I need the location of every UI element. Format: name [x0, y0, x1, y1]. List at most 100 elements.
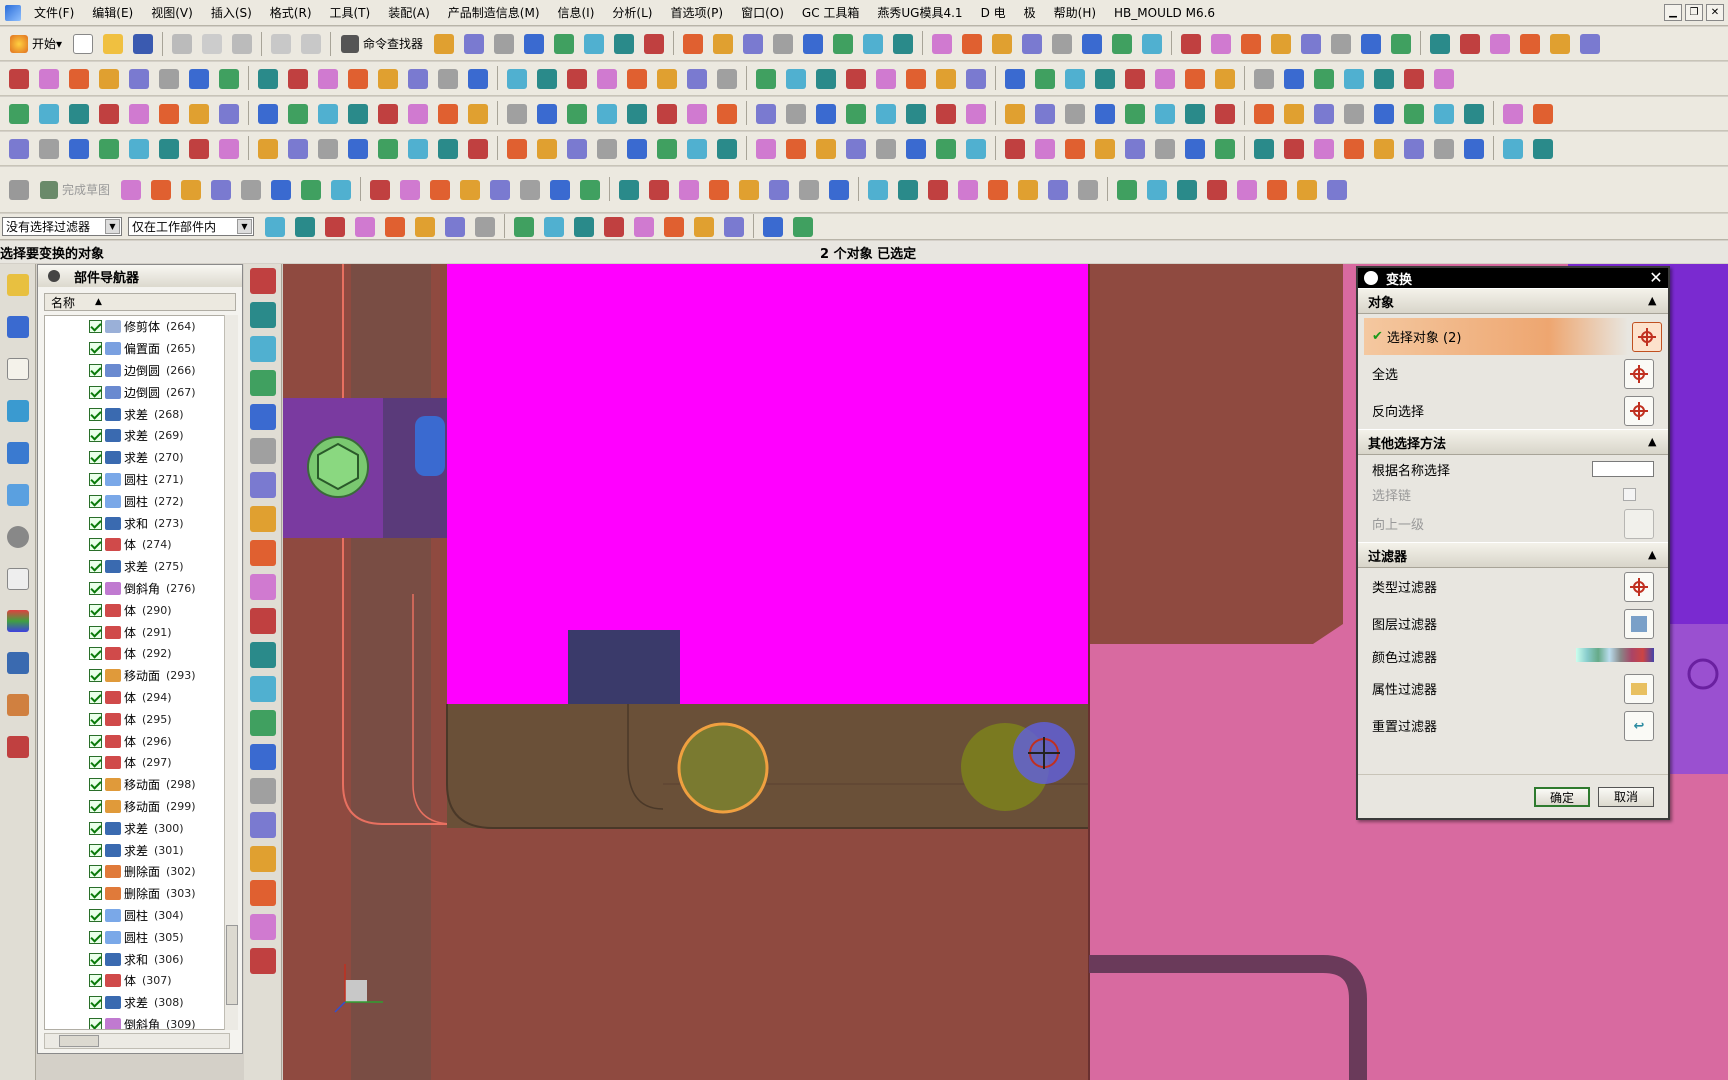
toolbar-tool-button[interactable]: [1002, 136, 1028, 162]
visibility-checkbox[interactable]: [89, 538, 102, 552]
toolbar-tool-button[interactable]: [208, 177, 234, 203]
toolbar-tool-button[interactable]: [1144, 177, 1170, 203]
feature-row[interactable]: 体 (292): [45, 643, 229, 665]
menu-item[interactable]: 视图(V): [142, 2, 202, 24]
new-file-button[interactable]: [70, 31, 96, 57]
feature-tool-icon[interactable]: [250, 302, 276, 328]
visibility-checkbox[interactable]: [89, 407, 102, 421]
toolbar-tool-button[interactable]: [1298, 31, 1324, 57]
toolbar-tool-button[interactable]: [375, 101, 401, 127]
menu-item[interactable]: 极: [1015, 2, 1045, 24]
feature-row[interactable]: 求差 (275): [45, 556, 229, 578]
toolbar-tool-button[interactable]: [534, 101, 560, 127]
feature-row[interactable]: 体 (297): [45, 752, 229, 774]
visibility-checkbox[interactable]: [89, 908, 102, 922]
visibility-checkbox[interactable]: [89, 778, 102, 792]
feature-tool-icon[interactable]: [250, 880, 276, 906]
toolbar-tool-button[interactable]: [1341, 136, 1367, 162]
vertical-scrollbar[interactable]: [224, 315, 238, 1030]
visibility-checkbox[interactable]: [89, 625, 102, 639]
feature-row[interactable]: 体 (274): [45, 534, 229, 556]
menu-item[interactable]: 工具(T): [321, 2, 380, 24]
layer-filter-row[interactable]: 图层过滤器: [1358, 605, 1668, 642]
toolbar-tool-button[interactable]: [963, 101, 989, 127]
reset-filter-row[interactable]: 重置过滤器 ↩: [1358, 707, 1668, 744]
toolbar-tool-button[interactable]: [156, 66, 182, 92]
filter-section-header[interactable]: 过滤器 ▲: [1358, 542, 1668, 568]
scroll-thumb[interactable]: [226, 925, 238, 1005]
toolbar-tool-button[interactable]: [66, 101, 92, 127]
toolbar-tool-button[interactable]: [661, 214, 687, 240]
invert-selection-button[interactable]: [1624, 396, 1654, 426]
minimize-button[interactable]: ▁: [1664, 4, 1682, 21]
visibility-checkbox[interactable]: [89, 516, 102, 530]
toolbar-tool-button[interactable]: [1152, 136, 1178, 162]
visibility-checkbox[interactable]: [89, 843, 102, 857]
menu-item[interactable]: 产品制造信息(M): [439, 2, 549, 24]
feature-tool-icon[interactable]: [250, 608, 276, 634]
sketch-button[interactable]: [6, 177, 32, 203]
toolbar-tool-button[interactable]: [1079, 31, 1105, 57]
toolbar-tool-button[interactable]: [435, 101, 461, 127]
visibility-checkbox[interactable]: [89, 560, 102, 574]
feature-tool-icon[interactable]: [250, 710, 276, 736]
toolbar-tool-button[interactable]: [631, 214, 657, 240]
toolbar-tool-button[interactable]: [1208, 31, 1234, 57]
toolbar-tool-button[interactable]: [1122, 101, 1148, 127]
visibility-checkbox[interactable]: [89, 734, 102, 748]
visibility-checkbox[interactable]: [89, 887, 102, 901]
toolbar-tool-button[interactable]: [1251, 101, 1277, 127]
toolbar-tool-button[interactable]: [1092, 101, 1118, 127]
menu-item[interactable]: GC 工具箱: [793, 2, 869, 24]
toolbar-tool-button[interactable]: [126, 66, 152, 92]
command-finder-button[interactable]: 命令查找器: [335, 31, 429, 57]
toolbar-tool-button[interactable]: [826, 177, 852, 203]
toolbar-tool-button[interactable]: [959, 31, 985, 57]
gear-icon[interactable]: [1364, 271, 1378, 285]
menu-item[interactable]: 信息(I): [549, 2, 604, 24]
toolbar-tool-button[interactable]: [178, 177, 204, 203]
other-methods-section-header[interactable]: 其他选择方法 ▲: [1358, 429, 1668, 455]
feature-tool-icon[interactable]: [250, 540, 276, 566]
toolbar-tool-button[interactable]: [6, 66, 32, 92]
toolbar-tool-button[interactable]: [1311, 136, 1337, 162]
toolbar-tool-button[interactable]: [186, 66, 212, 92]
toolbar-tool-button[interactable]: [255, 136, 281, 162]
toolbar-tool-button[interactable]: [472, 214, 498, 240]
toolbar-tool-button[interactable]: [800, 31, 826, 57]
feature-row[interactable]: 圆柱 (272): [45, 490, 229, 512]
toolbar-tool-button[interactable]: [1341, 101, 1367, 127]
visibility-checkbox[interactable]: [89, 1017, 102, 1029]
menu-item[interactable]: 文件(F): [25, 2, 83, 24]
toolbar-tool-button[interactable]: [714, 66, 740, 92]
toolbar-tool-button[interactable]: [624, 66, 650, 92]
toolbar-tool-button[interactable]: [1358, 31, 1384, 57]
toolbar-tool-button[interactable]: [285, 66, 311, 92]
feature-tool-icon[interactable]: [250, 370, 276, 396]
toolbar-tool-button[interactable]: [465, 101, 491, 127]
toolbar-tool-button[interactable]: [534, 66, 560, 92]
toolbar-tool-button[interactable]: [1002, 66, 1028, 92]
reset-filter-button[interactable]: ↩: [1624, 711, 1654, 741]
toolbar-tool-button[interactable]: [1530, 136, 1556, 162]
toolbar-tool-button[interactable]: [1032, 66, 1058, 92]
toolbar-tool-button[interactable]: [903, 66, 929, 92]
menu-item[interactable]: 分析(L): [603, 2, 661, 24]
feature-row[interactable]: 修剪体 (264): [45, 316, 229, 338]
paste-button[interactable]: [229, 31, 255, 57]
select-object-button[interactable]: [1632, 322, 1662, 352]
visibility-checkbox[interactable]: [89, 930, 102, 944]
close-icon[interactable]: ✕: [1647, 269, 1665, 287]
toolbar-tool-button[interactable]: [1577, 31, 1603, 57]
select-by-name-input[interactable]: [1592, 461, 1654, 477]
toolbar-tool-button[interactable]: [843, 136, 869, 162]
menu-item[interactable]: D 电: [972, 2, 1015, 24]
select-all-row[interactable]: 全选: [1358, 355, 1668, 392]
toolbar-tool-button[interactable]: [706, 177, 732, 203]
visibility-checkbox[interactable]: [89, 647, 102, 661]
feature-tool-icon[interactable]: [250, 778, 276, 804]
attribute-filter-button[interactable]: [1624, 674, 1654, 704]
menu-item[interactable]: HB_MOULD M6.6: [1105, 2, 1224, 24]
toolbar-tool-button[interactable]: [564, 101, 590, 127]
constraint-navigator-tab[interactable]: [4, 312, 32, 342]
